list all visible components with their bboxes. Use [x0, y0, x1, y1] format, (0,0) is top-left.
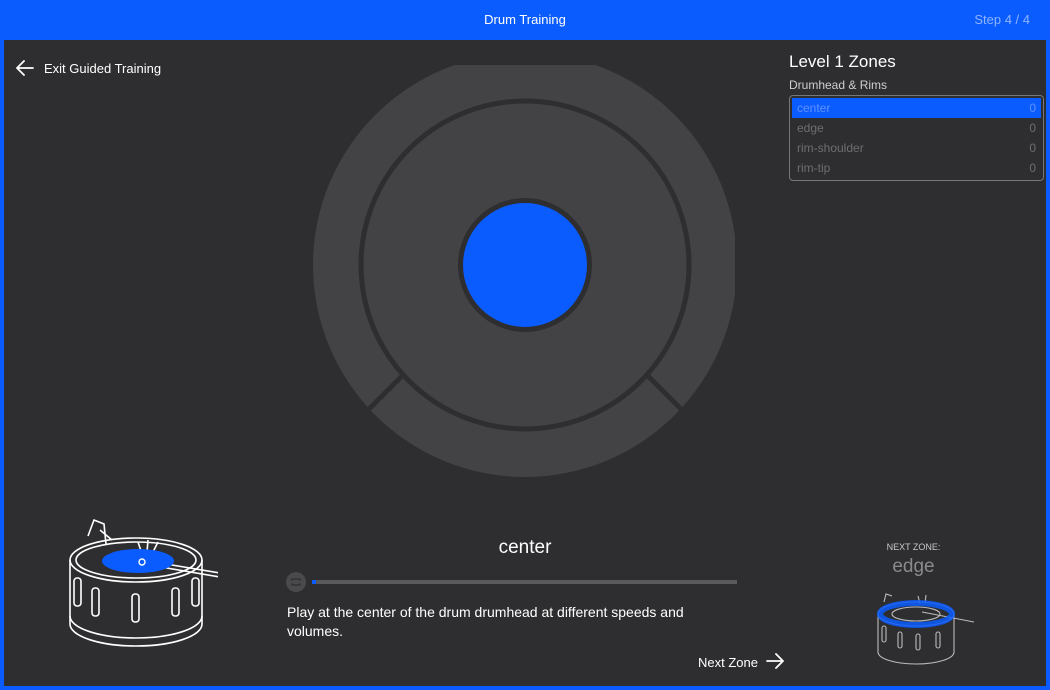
zones-panel: Level 1 Zones Drumhead & Rims center 0 e… [789, 52, 1049, 181]
arrow-right-icon [766, 653, 784, 672]
exit-guided-training-button[interactable]: Exit Guided Training [16, 58, 161, 78]
title-bar: Drum Training Step 4 / 4 [0, 0, 1050, 40]
zone-item-count: 0 [1029, 161, 1036, 175]
training-area: Exit Guided Training Level 1 Zones Drumh… [4, 40, 1046, 686]
zone-item-count: 0 [1029, 101, 1036, 115]
instruction-text: Play at the center of the drum drumhead … [287, 604, 684, 639]
zone-item-name: rim-tip [797, 161, 831, 175]
progress-track[interactable] [312, 580, 737, 584]
next-zone-drum-illustration [877, 593, 975, 665]
zone-item-center[interactable]: center 0 [792, 98, 1041, 118]
loop-icon [291, 578, 301, 586]
next-zone-button[interactable]: Next Zone [698, 653, 784, 672]
zone-item-rim-tip[interactable]: rim-tip 0 [792, 158, 1041, 178]
next-zone-caption: NEXT ZONE: [886, 542, 941, 552]
zone-center[interactable] [463, 203, 587, 327]
zone-item-name: rim-shoulder [797, 141, 864, 155]
zone-item-name: edge [797, 121, 824, 135]
progress-fill [312, 580, 316, 584]
loop-button[interactable] [286, 572, 306, 592]
exit-label: Exit Guided Training [44, 60, 162, 76]
zone-list: center 0 edge 0 rim-shoulder 0 rim-tip 0 [789, 95, 1044, 181]
drum-zone-map [313, 65, 735, 477]
arrow-left-icon [16, 60, 34, 76]
playback-bar [286, 572, 738, 592]
zones-panel-title: Level 1 Zones [789, 52, 896, 71]
window-title: Drum Training [484, 12, 566, 27]
zone-item-edge[interactable]: edge 0 [792, 118, 1041, 138]
zones-panel-subtitle: Drumhead & Rims [789, 78, 888, 92]
zone-item-count: 0 [1029, 141, 1036, 155]
next-zone-label: Next Zone [698, 655, 758, 670]
step-indicator: Step 4 / 4 [974, 12, 1030, 27]
zone-item-rim-shoulder[interactable]: rim-shoulder 0 [792, 138, 1041, 158]
next-zone-name: edge [892, 556, 935, 577]
zone-item-count: 0 [1029, 121, 1036, 135]
zone-item-name: center [797, 101, 831, 115]
